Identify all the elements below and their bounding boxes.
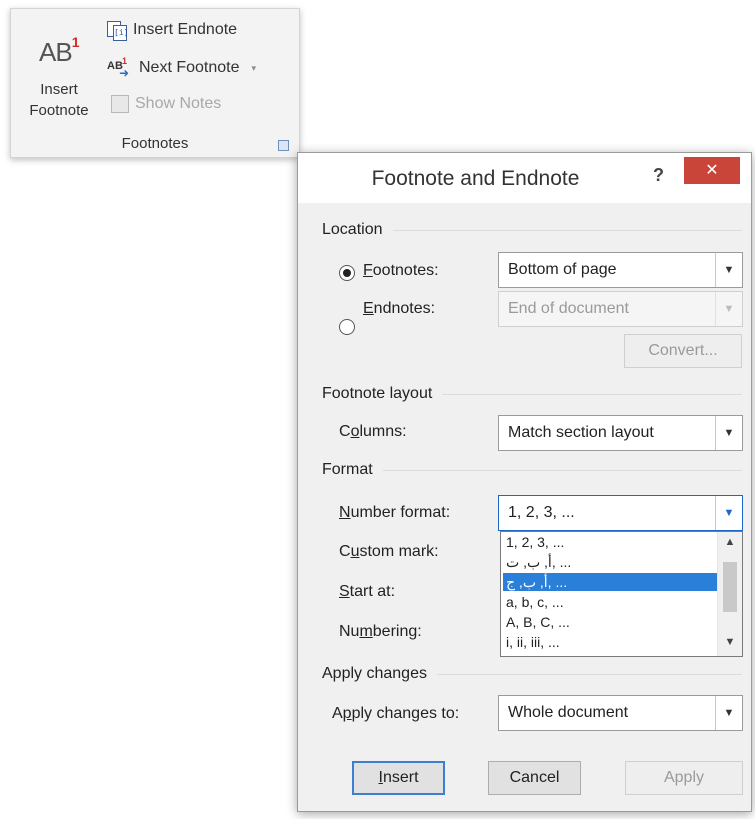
dropdown-option[interactable]: أ, ب, ت, ... — [503, 553, 718, 571]
apply-changes-to-label: Apply changes to: — [332, 705, 460, 722]
insert-footnote-label: Insert Footnote — [29, 81, 89, 119]
next-footnote-button[interactable]: AB 1 ➜ Next Footnote ▾ — [107, 56, 257, 80]
footnotes-label: Footnotes: — [363, 262, 439, 279]
endnotes-location-select[interactable]: End of document ▼ — [498, 291, 743, 327]
footnotes-radio[interactable] — [339, 265, 355, 281]
number-format-select[interactable]: 1, 2, 3, ... ▼ — [498, 495, 743, 531]
dialog-titlebar: Footnote and Endnote ? ✕ — [298, 153, 751, 203]
columns-select[interactable]: Match section layout ▼ — [498, 415, 743, 451]
chevron-down-icon: ▼ — [715, 416, 742, 450]
dropdown-option[interactable]: i, ii, iii, ... — [503, 633, 718, 651]
insert-endnote-label: Insert Endnote — [133, 21, 238, 38]
chevron-down-icon: ▼ — [715, 253, 742, 287]
dropdown-option[interactable]: A, B, C, ... — [503, 613, 718, 631]
ribbon-footnotes-group: AB1 Insert Footnote [i] Insert Endnote A… — [10, 8, 300, 158]
start-at-label: Start at: — [339, 583, 396, 600]
dialog-launcher-icon[interactable] — [278, 140, 289, 151]
insert-endnote-button[interactable]: [i] Insert Endnote — [107, 21, 238, 41]
close-button[interactable]: ✕ — [684, 157, 740, 184]
dropdown-option-selected[interactable]: أ, ب, ج, ... — [503, 573, 718, 591]
next-footnote-label: Next Footnote — [139, 59, 240, 76]
chevron-down-icon: ▼ — [715, 496, 742, 530]
next-footnote-icon: AB 1 ➜ — [107, 56, 130, 80]
footnotes-group-label: Footnotes — [121, 135, 189, 152]
chevron-down-icon: ▼ — [715, 696, 742, 730]
dropdown-option[interactable]: a, b, c, ... — [503, 593, 718, 611]
number-format-label: Number format: — [339, 504, 451, 521]
show-notes-label: Show Notes — [135, 95, 222, 112]
dialog-title: Footnote and Endnote — [371, 167, 580, 190]
chevron-down-icon: ▼ — [715, 292, 742, 326]
scroll-up-icon[interactable]: ▲ — [718, 536, 742, 548]
convert-button[interactable]: Convert... — [624, 334, 742, 368]
apply-changes-to-select[interactable]: Whole document ▼ — [498, 695, 743, 731]
format-heading: Format — [322, 461, 742, 479]
insert-footnote-icon: AB1 — [39, 34, 79, 67]
insert-footnote-button[interactable]: AB1 Insert Footnote — [11, 9, 107, 129]
scrollbar-thumb[interactable] — [723, 562, 737, 612]
scroll-down-icon[interactable]: ▼ — [718, 636, 742, 648]
footnote-endnote-dialog: Footnote and Endnote ? ✕ Location Footno… — [297, 152, 752, 812]
apply-changes-heading: Apply changes — [322, 665, 742, 683]
footnote-layout-heading: Footnote layout — [322, 385, 742, 403]
endnotes-label: Endnotes: — [363, 300, 436, 317]
apply-button[interactable]: Apply — [625, 761, 743, 795]
help-button[interactable]: ? — [653, 165, 664, 186]
number-format-dropdown-list: 1, 2, 3, ... أ, ب, ت, ... أ, ب, ج, ... a… — [500, 531, 743, 657]
show-notes-button[interactable]: Show Notes — [111, 95, 221, 113]
dropdown-option[interactable]: 1, 2, 3, ... — [503, 533, 718, 551]
insert-button[interactable]: Insert — [352, 761, 445, 795]
next-footnote-dropdown-icon[interactable]: ▾ — [252, 63, 257, 74]
columns-label: Columns: — [339, 423, 407, 440]
endnotes-radio[interactable] — [339, 319, 355, 335]
dropdown-scrollbar[interactable]: ▲ ▼ — [717, 532, 742, 656]
insert-endnote-icon: [i] — [107, 21, 128, 41]
show-notes-icon — [111, 95, 129, 113]
custom-mark-label: Custom mark: — [339, 543, 439, 560]
footnotes-location-select[interactable]: Bottom of page ▼ — [498, 252, 743, 288]
location-heading: Location — [322, 221, 742, 239]
cancel-button[interactable]: Cancel — [488, 761, 581, 795]
numbering-label: Numbering: — [339, 623, 422, 640]
